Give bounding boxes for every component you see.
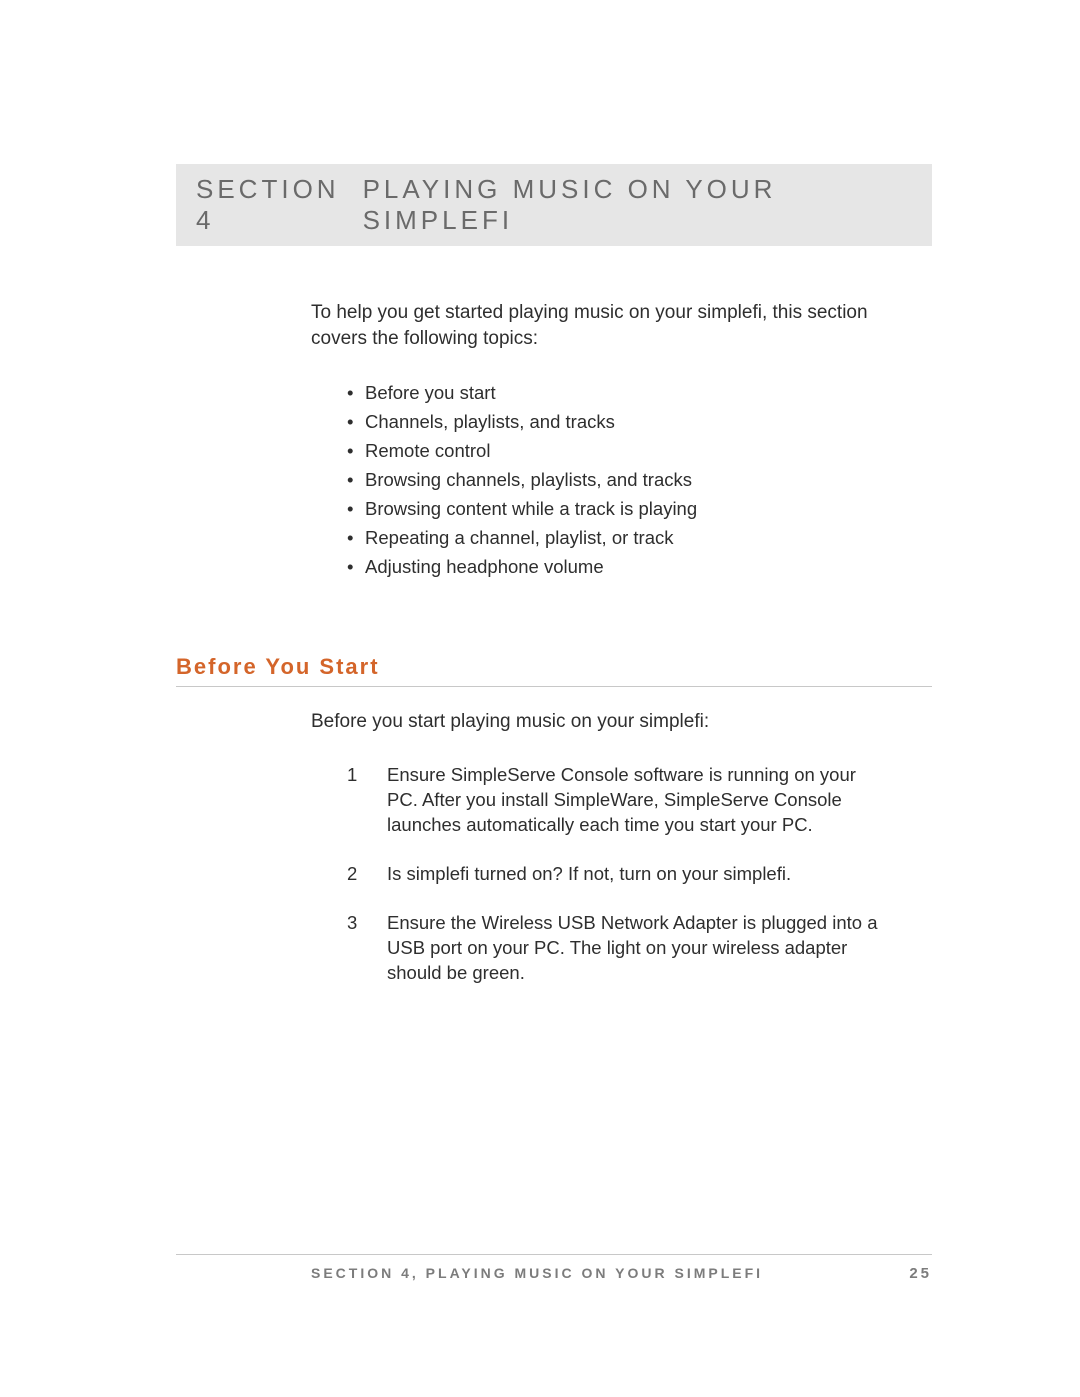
subsection-before-you-start: Before You Start Before you start playin… (176, 654, 932, 986)
step-number: 2 (347, 862, 357, 887)
subsection-title: Before You Start (176, 654, 932, 687)
topic-item: Channels, playlists, and tracks (347, 410, 876, 435)
page-number: 25 (909, 1265, 932, 1282)
step-item: 3 Ensure the Wireless USB Network Adapte… (347, 911, 887, 986)
section-header: SECTION 4 PLAYING MUSIC ON YOUR SIMPLEFI (176, 164, 932, 246)
topic-item: Adjusting headphone volume (347, 555, 876, 580)
step-text: Ensure SimpleServe Console software is r… (387, 764, 856, 835)
intro-text: To help you get started playing music on… (311, 300, 876, 351)
section-number: SECTION 4 (196, 174, 363, 236)
steps-list: 1 Ensure SimpleServe Console software is… (347, 763, 887, 986)
intro-block: To help you get started playing music on… (311, 300, 876, 580)
topic-item: Browsing channels, playlists, and tracks (347, 468, 876, 493)
topic-item: Repeating a channel, playlist, or track (347, 526, 876, 551)
page-footer: SECTION 4, PLAYING MUSIC ON YOUR SIMPLEF… (176, 1254, 932, 1282)
topic-item: Remote control (347, 439, 876, 464)
step-text: Is simplefi turned on? If not, turn on y… (387, 863, 791, 884)
document-page: SECTION 4 PLAYING MUSIC ON YOUR SIMPLEFI… (0, 0, 1080, 1397)
section-title: PLAYING MUSIC ON YOUR SIMPLEFI (363, 174, 916, 236)
step-item: 1 Ensure SimpleServe Console software is… (347, 763, 887, 838)
step-number: 1 (347, 763, 357, 788)
topic-item: Before you start (347, 381, 876, 406)
topic-item: Browsing content while a track is playin… (347, 497, 876, 522)
footer-section-label: SECTION 4, PLAYING MUSIC ON YOUR SIMPLEF… (311, 1265, 763, 1281)
topics-list: Before you start Channels, playlists, an… (347, 381, 876, 580)
step-item: 2 Is simplefi turned on? If not, turn on… (347, 862, 887, 887)
step-number: 3 (347, 911, 357, 936)
subsection-intro: Before you start playing music on your s… (311, 711, 932, 733)
step-text: Ensure the Wireless USB Network Adapter … (387, 912, 878, 983)
